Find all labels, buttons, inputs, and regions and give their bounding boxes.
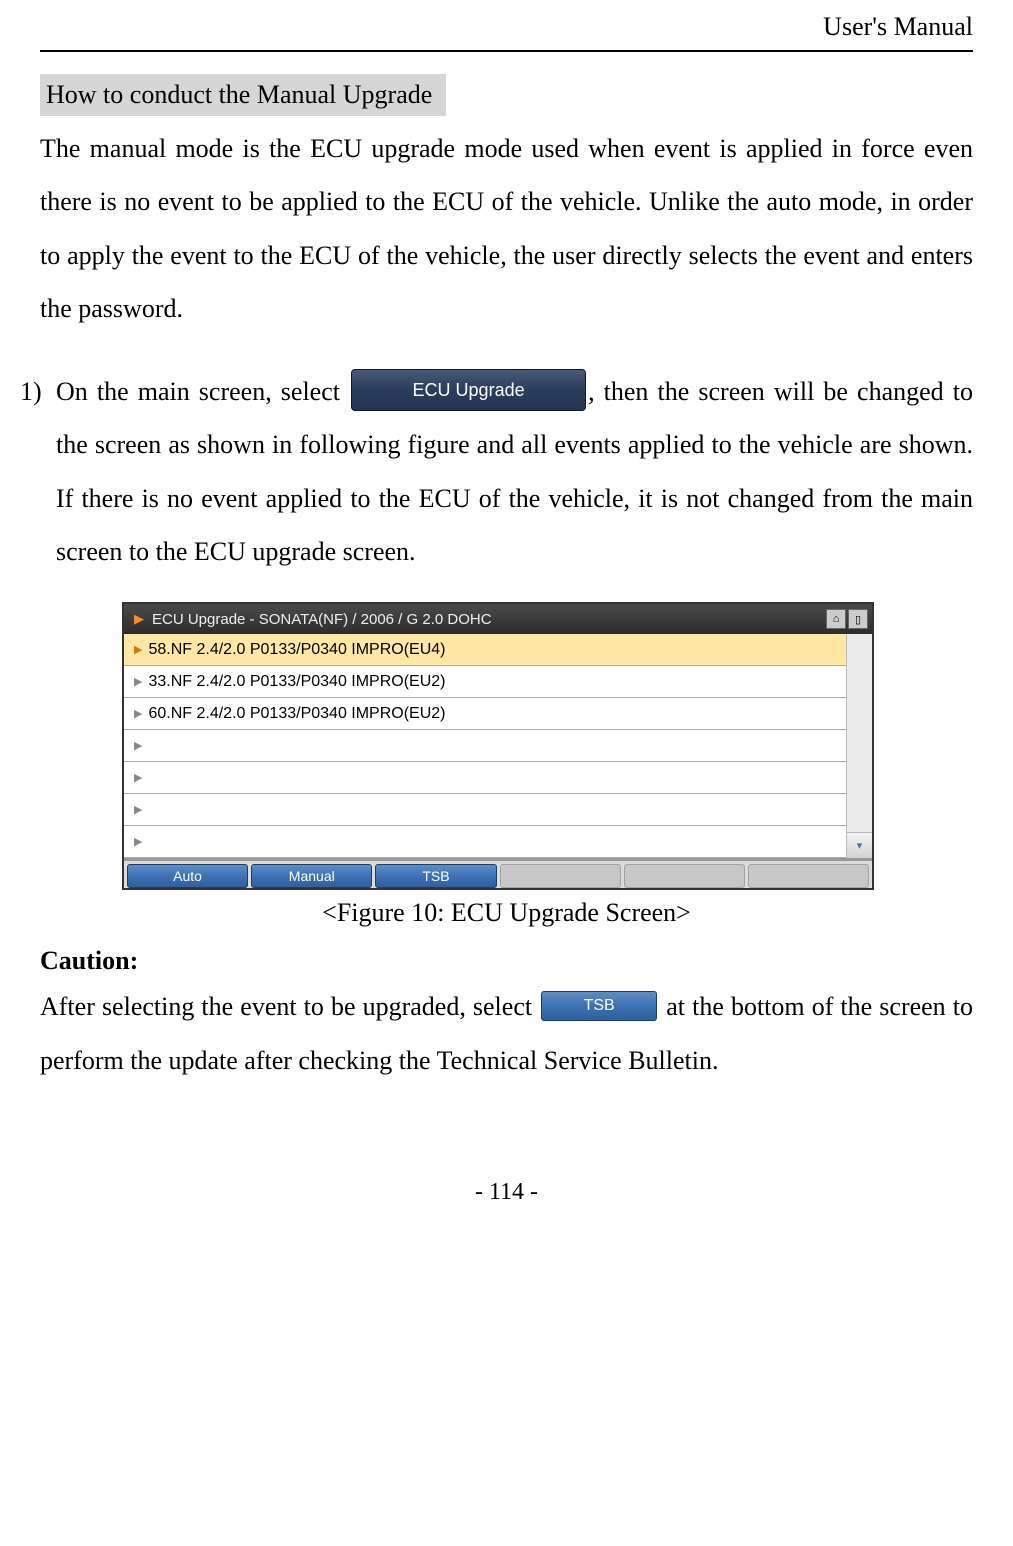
list-item[interactable]: ▶60.NF 2.4/2.0 P0133/P0340 IMPRO(EU2): [124, 698, 846, 730]
caution-paragraph: After selecting the event to be upgraded…: [40, 980, 973, 1087]
list-item[interactable]: ▶33.NF 2.4/2.0 P0133/P0340 IMPRO(EU2): [124, 666, 846, 698]
step-1: 1)On the main screen, select ECU Upgrade…: [20, 365, 973, 578]
caution-heading: Caution:: [40, 946, 973, 976]
titlebar-arrow-icon: ▶: [134, 611, 144, 627]
figure-ecu-upgrade-screen: ▶ ECU Upgrade - SONATA(NF) / 2006 / G 2.…: [122, 602, 874, 890]
tab-tsb[interactable]: TSB: [375, 864, 496, 888]
row-marker-icon: ▶: [134, 835, 142, 848]
list-item[interactable]: ▶: [124, 826, 846, 858]
row-marker-icon: ▶: [134, 739, 142, 752]
scroll-down-icon[interactable]: ▾: [847, 832, 872, 858]
section-heading: How to conduct the Manual Upgrade: [40, 74, 446, 116]
figure-titlebar: ▶ ECU Upgrade - SONATA(NF) / 2006 / G 2.…: [124, 604, 872, 634]
list-item[interactable]: ▶: [124, 794, 846, 826]
page-number: - 114 -: [40, 1179, 973, 1206]
event-list: ▶58.NF 2.4/2.0 P0133/P0340 IMPRO(EU4) ▶3…: [124, 634, 846, 858]
list-icon[interactable]: ▯: [848, 609, 868, 629]
list-item[interactable]: ▶58.NF 2.4/2.0 P0133/P0340 IMPRO(EU4): [124, 634, 846, 666]
figure-caption: <Figure 10: ECU Upgrade Screen>: [40, 898, 973, 928]
home-icon[interactable]: ⌂: [826, 609, 846, 629]
figure-bottom-tabs: Auto Manual TSB: [124, 858, 872, 888]
figure-title: ECU Upgrade - SONATA(NF) / 2006 / G 2.0 …: [152, 611, 492, 628]
header-title: User's Manual: [40, 0, 973, 50]
tab-empty: [624, 864, 745, 888]
row-marker-icon: ▶: [134, 643, 142, 656]
list-item[interactable]: ▶: [124, 730, 846, 762]
step-marker: 1): [20, 365, 56, 418]
header-rule: [40, 50, 973, 52]
intro-paragraph: The manual mode is the ECU upgrade mode …: [40, 122, 973, 335]
row-marker-icon: ▶: [134, 675, 142, 688]
scrollbar[interactable]: ▾: [846, 634, 872, 858]
tsb-button[interactable]: TSB: [541, 991, 657, 1021]
step1-text-a: On the main screen, select: [56, 377, 349, 406]
ecu-upgrade-button[interactable]: ECU Upgrade: [351, 369, 586, 411]
tab-auto[interactable]: Auto: [127, 864, 248, 888]
row-marker-icon: ▶: [134, 771, 142, 784]
row-marker-icon: ▶: [134, 803, 142, 816]
tab-manual[interactable]: Manual: [251, 864, 372, 888]
tab-empty: [500, 864, 621, 888]
tab-empty: [748, 864, 869, 888]
row-marker-icon: ▶: [134, 707, 142, 720]
list-item[interactable]: ▶: [124, 762, 846, 794]
